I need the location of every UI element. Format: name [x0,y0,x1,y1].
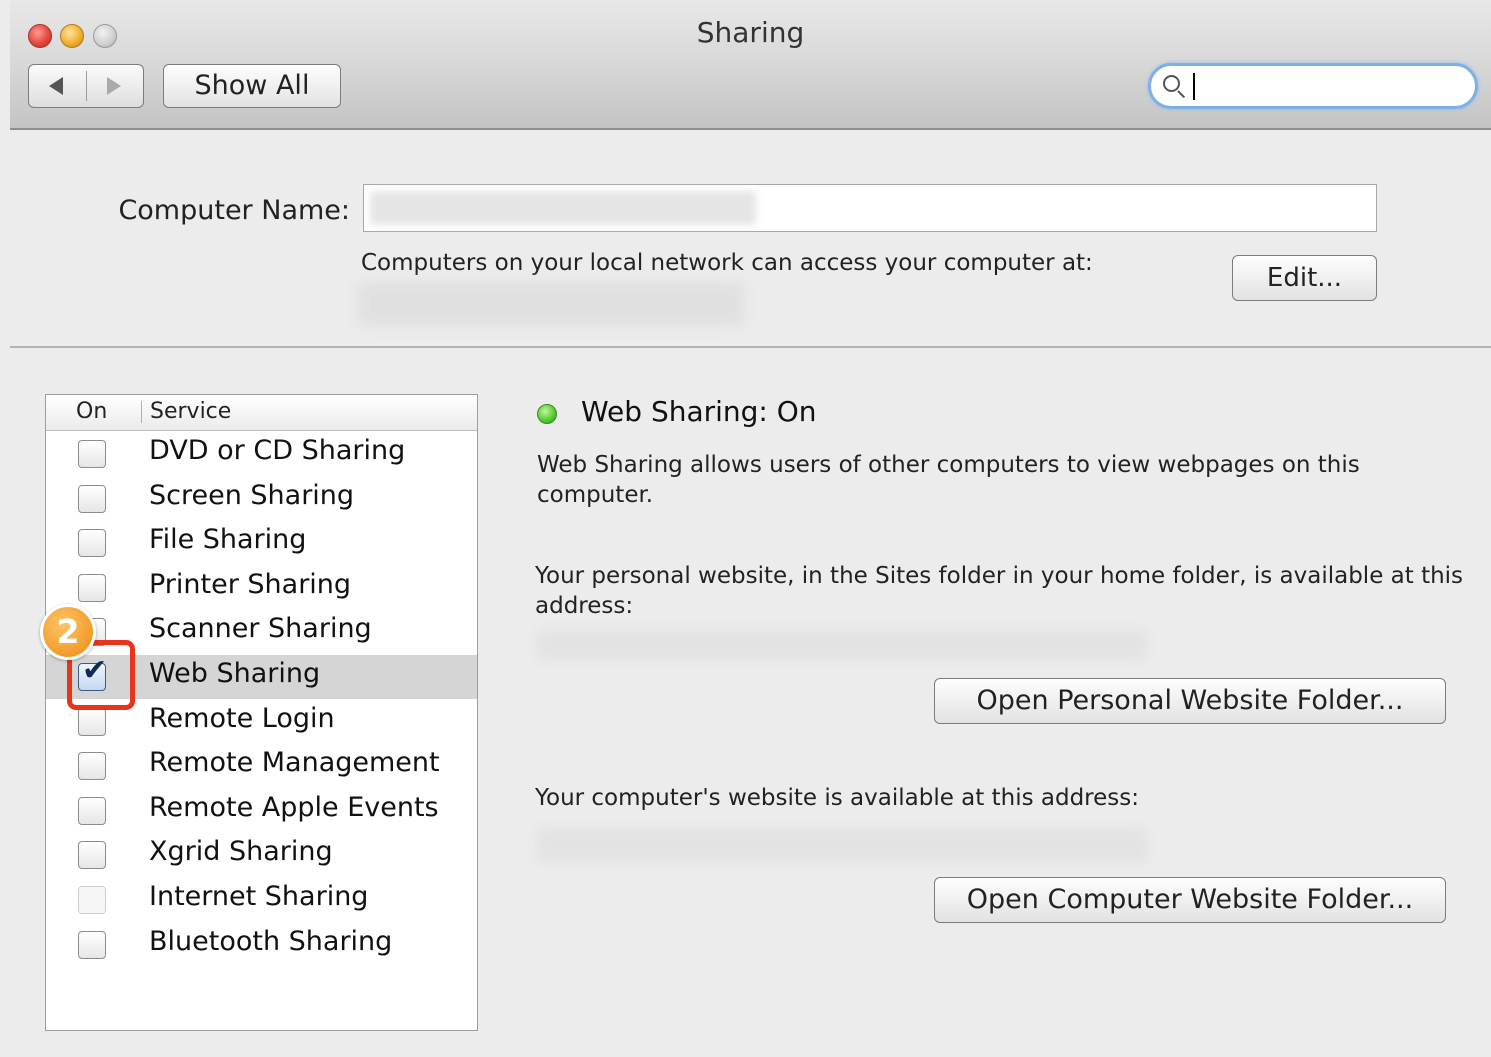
chevron-left-icon[interactable] [49,77,63,95]
services-table-header: On Service [46,395,477,431]
service-checkbox[interactable] [78,440,106,468]
service-label: Web Sharing [149,658,321,689]
service-checkbox[interactable] [78,841,106,870]
service-checkbox[interactable] [78,930,106,959]
chevron-right-icon[interactable] [107,77,121,95]
text-caret [1193,73,1195,100]
service-row[interactable]: Screen Sharing [46,477,477,521]
title-bar: Sharing Show All [10,0,1491,130]
redacted-personal-url [537,630,1147,660]
column-divider [141,401,142,423]
service-label: Remote Apple Events [149,791,439,823]
window-title: Sharing [696,16,805,49]
service-checkbox[interactable] [78,796,106,825]
service-description: Web Sharing allows users of other comput… [537,452,1360,508]
show-all-button[interactable]: Show All [163,64,341,108]
service-checkbox [78,886,106,914]
redacted-network-address [358,282,744,326]
status-title: Web Sharing: On [581,395,817,428]
service-row[interactable]: DVD or CD Sharing [46,432,477,476]
service-checkbox[interactable] [78,529,106,558]
service-label: Scanner Sharing [149,613,372,645]
search-icon [1163,75,1180,92]
personal-website-text: Your personal website, in the Sites fold… [535,563,1464,619]
step-number-badge: 2 [40,604,96,660]
status-indicator-icon [537,404,557,424]
service-label: File Sharing [149,524,307,556]
service-label: Remote Management [149,747,440,779]
service-checkbox[interactable] [78,484,106,513]
service-label: Internet Sharing [149,881,369,912]
computer-name-field[interactable] [363,184,1377,232]
service-row[interactable]: Printer Sharing [46,566,477,610]
service-row[interactable]: File Sharing [46,521,477,565]
service-label: Remote Login [149,702,335,734]
service-label: Xgrid Sharing [149,836,333,868]
computer-website-text: Your computer's website is available at … [535,785,1139,811]
search-input[interactable] [1148,63,1478,109]
back-forward-control [28,64,144,108]
service-checkbox[interactable] [78,752,106,781]
redacted-computer-name [370,191,756,225]
service-row[interactable]: Remote Management [46,744,477,788]
service-label: Bluetooth Sharing [149,925,393,957]
service-row[interactable]: Xgrid Sharing [46,833,477,877]
search-icon-handle [1177,90,1186,99]
edit-button[interactable]: Edit... [1232,255,1377,301]
on-column-header[interactable]: On [76,399,107,424]
nav-divider [86,71,87,101]
service-checkbox[interactable] [78,573,106,602]
open-personal-website-folder-button[interactable]: Open Personal Website Folder... [934,678,1446,724]
service-row[interactable]: Internet Sharing [46,878,477,922]
sharing-window: Sharing Show All Computer Name: Computer… [0,0,1491,1057]
redacted-computer-url [537,828,1147,862]
service-column-header[interactable]: Service [150,399,231,424]
service-row[interactable]: Remote Apple Events [46,789,477,833]
service-label: Screen Sharing [149,479,355,511]
services-table: On Service DVD or CD Sharing Screen Shari… [45,394,478,1031]
section-divider [10,346,1491,348]
open-computer-website-folder-button[interactable]: Open Computer Website Folder... [934,877,1446,923]
service-label: Printer Sharing [149,568,352,600]
service-label: DVD or CD Sharing [149,435,406,466]
computer-name-label: Computer Name: [118,195,350,226]
network-access-text: Computers on your local network can acce… [361,250,1093,276]
service-row[interactable]: Bluetooth Sharing [46,923,477,967]
service-checkbox[interactable] [78,707,106,736]
